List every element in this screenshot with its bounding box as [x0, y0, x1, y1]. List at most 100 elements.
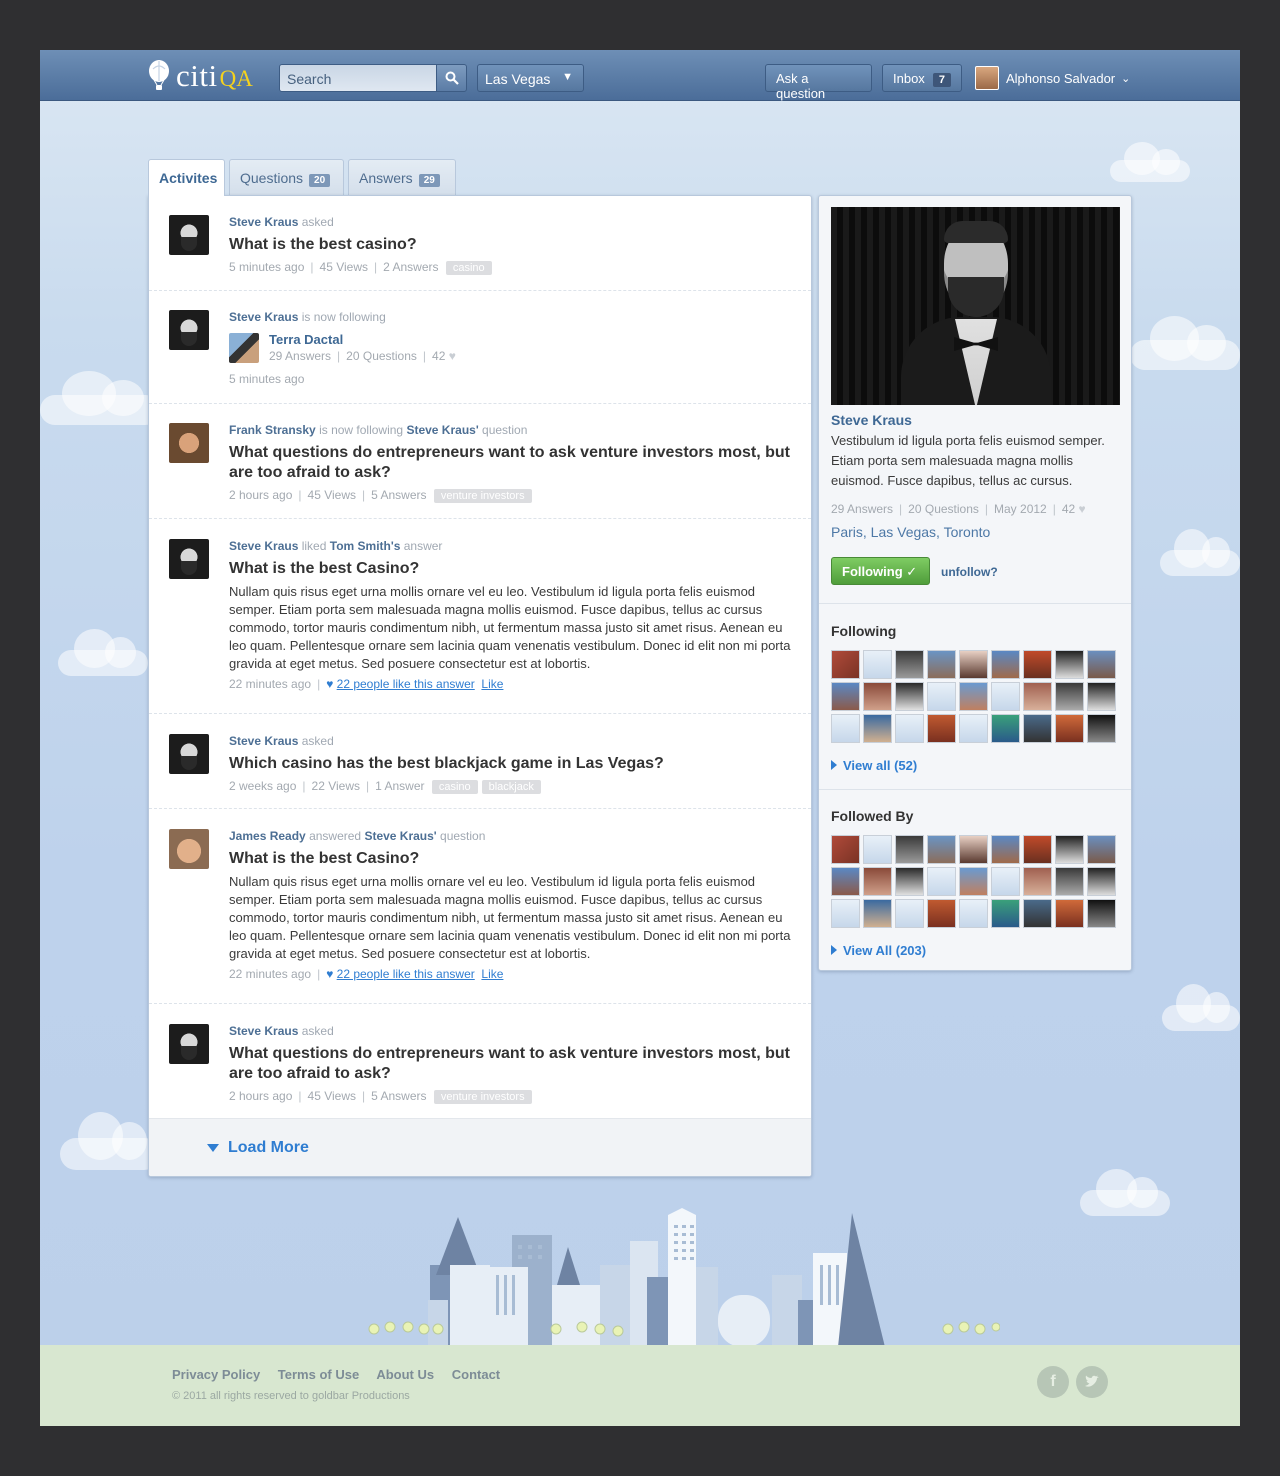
avatar[interactable] [169, 310, 209, 350]
actor-link[interactable]: James Ready [229, 829, 306, 843]
avatar[interactable] [927, 835, 956, 864]
avatar[interactable] [927, 899, 956, 928]
question-title[interactable]: Which casino has the best blackjack game… [229, 754, 799, 774]
avatar[interactable] [1023, 867, 1052, 896]
inbox-button[interactable]: Inbox 7 [882, 64, 962, 92]
question-title[interactable]: What questions do entrepreneurs want to … [229, 443, 799, 483]
avatar[interactable] [1023, 835, 1052, 864]
like-button[interactable]: Like [481, 967, 503, 981]
likes-link[interactable]: 22 people like this answer [337, 967, 475, 981]
avatar[interactable] [1055, 650, 1084, 679]
actor-link[interactable]: Frank Stransky [229, 423, 316, 437]
following-button[interactable]: Following ✓ [831, 557, 930, 585]
avatar[interactable] [959, 899, 988, 928]
avatar[interactable] [1087, 714, 1116, 743]
actor-link[interactable]: Steve Kraus [229, 539, 298, 553]
tab-answers[interactable]: Answers 29 [348, 159, 456, 195]
avatar[interactable] [895, 682, 924, 711]
avatar[interactable] [1055, 867, 1084, 896]
tag[interactable]: blackjack [481, 780, 541, 794]
contact-link[interactable]: Contact [452, 1367, 500, 1382]
following-view-all-link[interactable]: View all (52) [831, 758, 917, 773]
load-more-button[interactable]: Load More [149, 1118, 811, 1176]
avatar[interactable] [1023, 714, 1052, 743]
avatar[interactable] [863, 714, 892, 743]
tag[interactable]: casino [431, 780, 478, 794]
avatar[interactable] [1087, 867, 1116, 896]
avatar[interactable] [959, 867, 988, 896]
unfollow-link[interactable]: unfollow? [941, 565, 998, 579]
avatar[interactable] [895, 899, 924, 928]
avatar[interactable] [959, 682, 988, 711]
avatar[interactable] [169, 829, 209, 869]
avatar[interactable] [169, 423, 209, 463]
avatar[interactable] [863, 835, 892, 864]
avatar[interactable] [863, 650, 892, 679]
logo[interactable]: citi QA [148, 58, 253, 93]
avatar[interactable] [863, 867, 892, 896]
target-link[interactable]: Tom Smith's [330, 539, 401, 553]
avatar[interactable] [831, 682, 860, 711]
avatar[interactable] [895, 650, 924, 679]
ask-question-button[interactable]: Ask a question [765, 64, 872, 101]
like-button[interactable]: Like [481, 677, 503, 691]
question-title[interactable]: What questions do entrepreneurs want to … [229, 1044, 799, 1084]
user-menu[interactable]: Alphonso Salvador ⌄ [975, 66, 1130, 90]
tag[interactable]: venture investors [433, 489, 532, 503]
about-us-link[interactable]: About Us [376, 1367, 434, 1382]
avatar[interactable] [1087, 650, 1116, 679]
avatar[interactable] [895, 835, 924, 864]
avatar[interactable] [1023, 650, 1052, 679]
tag[interactable]: venture investors [433, 1090, 532, 1104]
avatar[interactable] [927, 867, 956, 896]
followed-by-view-all-link[interactable]: View All (203) [831, 943, 926, 958]
avatar[interactable] [1055, 835, 1084, 864]
avatar[interactable] [831, 650, 860, 679]
avatar[interactable] [1087, 682, 1116, 711]
privacy-policy-link[interactable]: Privacy Policy [172, 1367, 260, 1382]
followed-person-link[interactable]: Terra Dactal [269, 332, 343, 347]
avatar[interactable] [1055, 899, 1084, 928]
avatar[interactable] [927, 714, 956, 743]
avatar[interactable] [927, 682, 956, 711]
twitter-icon[interactable] [1076, 1366, 1108, 1398]
avatar[interactable] [991, 835, 1020, 864]
avatar[interactable] [1087, 835, 1116, 864]
profile-name[interactable]: Steve Kraus [831, 412, 912, 428]
avatar[interactable] [831, 835, 860, 864]
avatar[interactable] [831, 867, 860, 896]
avatar[interactable] [959, 714, 988, 743]
terms-of-use-link[interactable]: Terms of Use [278, 1367, 359, 1382]
tag[interactable]: casino [445, 261, 492, 275]
actor-link[interactable]: Steve Kraus [229, 734, 298, 748]
avatar[interactable] [169, 539, 209, 579]
avatar[interactable] [1023, 899, 1052, 928]
location-dropdown[interactable]: Las Vegas ▼ [477, 64, 584, 92]
target-link[interactable]: Steve Kraus' [364, 829, 436, 843]
avatar[interactable] [169, 215, 209, 255]
actor-link[interactable]: Steve Kraus [229, 310, 298, 324]
avatar[interactable] [895, 867, 924, 896]
avatar[interactable] [863, 682, 892, 711]
question-title[interactable]: What is the best Casino? [229, 849, 799, 869]
avatar[interactable] [959, 650, 988, 679]
avatar[interactable] [1055, 714, 1084, 743]
avatar[interactable] [991, 899, 1020, 928]
avatar[interactable] [991, 650, 1020, 679]
avatar[interactable] [229, 333, 259, 363]
avatar[interactable] [1055, 682, 1084, 711]
avatar[interactable] [991, 867, 1020, 896]
avatar[interactable] [895, 714, 924, 743]
actor-link[interactable]: Steve Kraus [229, 215, 298, 229]
facebook-icon[interactable]: f [1037, 1366, 1069, 1398]
avatar[interactable] [863, 899, 892, 928]
avatar[interactable] [927, 650, 956, 679]
question-title[interactable]: What is the best casino? [229, 235, 799, 255]
search-button[interactable] [436, 64, 467, 92]
avatar[interactable] [1087, 899, 1116, 928]
avatar[interactable] [831, 899, 860, 928]
avatar[interactable] [169, 1024, 209, 1064]
tab-activities[interactable]: Activites [148, 159, 225, 196]
question-title[interactable]: What is the best Casino? [229, 559, 799, 579]
avatar[interactable] [169, 734, 209, 774]
